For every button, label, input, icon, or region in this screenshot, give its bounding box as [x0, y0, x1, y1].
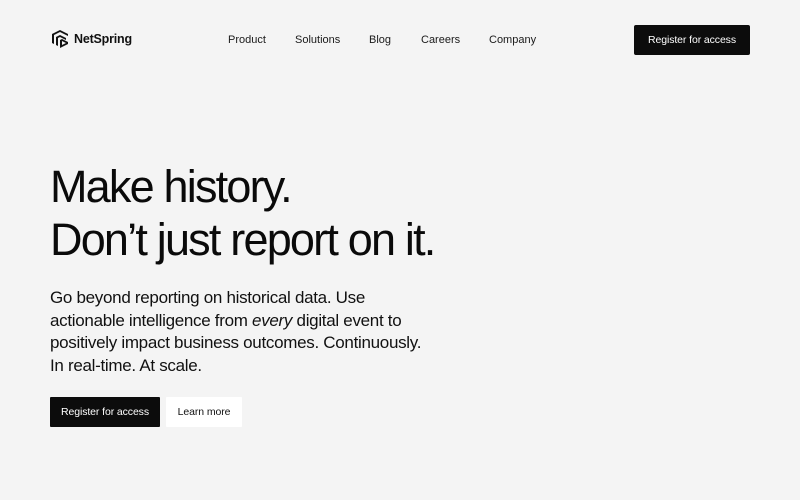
- hero-register-button[interactable]: Register for access: [50, 397, 160, 427]
- hero-title-line-2: Don’t just report on it.: [50, 214, 436, 265]
- hero-title-line-1: Make history.: [50, 161, 293, 212]
- nav-item-company[interactable]: Company: [489, 33, 536, 47]
- site-header: NetSpring Product Solutions Blog Careers…: [0, 0, 800, 80]
- page: NetSpring Product Solutions Blog Careers…: [0, 0, 800, 500]
- nav-item-blog[interactable]: Blog: [369, 33, 391, 47]
- learn-more-button[interactable]: Learn more: [166, 397, 242, 427]
- nav-item-product[interactable]: Product: [228, 33, 266, 47]
- hero-title: Make history. Don’t just report on it.: [50, 160, 436, 266]
- nav-item-solutions[interactable]: Solutions: [295, 33, 340, 47]
- hero-actions: Register for access Learn more: [50, 397, 242, 427]
- header-register-button[interactable]: Register for access: [634, 25, 750, 55]
- hero-description-emphasis: every: [252, 310, 293, 330]
- hero-description: Go beyond reporting on historical data. …: [50, 287, 430, 377]
- nav-item-careers[interactable]: Careers: [421, 33, 460, 47]
